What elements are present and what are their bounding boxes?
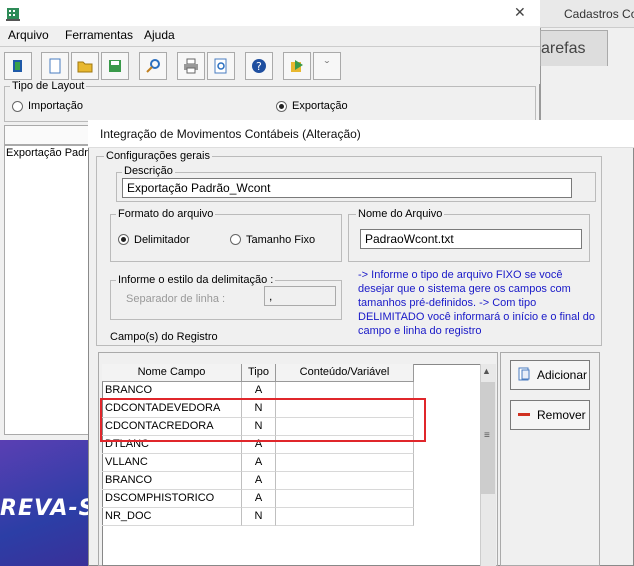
remove-minus-icon xyxy=(517,407,531,424)
cell-conteudo[interactable] xyxy=(276,454,414,472)
cell-tipo[interactable]: N xyxy=(242,508,276,526)
add-document-icon xyxy=(517,367,531,384)
radio-exportacao-label: Exportação xyxy=(292,100,348,112)
print-icon[interactable] xyxy=(177,52,205,80)
radio-delimitador[interactable] xyxy=(118,234,129,245)
description-input[interactable]: Exportação Padrão_Wcont xyxy=(122,178,572,198)
scroll-up-icon[interactable]: ▲ xyxy=(482,366,491,376)
layout-list-header xyxy=(4,125,96,145)
cell-conteudo[interactable] xyxy=(276,472,414,490)
toolbar: ? ˇ xyxy=(0,46,540,84)
radio-importacao[interactable] xyxy=(12,101,23,112)
cell-conteudo[interactable] xyxy=(276,508,414,526)
line-separator-input[interactable]: , xyxy=(264,286,336,306)
cell-nome-campo[interactable]: DSCOMPHISTORICO xyxy=(102,490,242,508)
open-folder-icon[interactable] xyxy=(71,52,99,80)
fields-label: Campo(s) do Registro xyxy=(110,331,218,343)
highlight-box xyxy=(100,398,426,442)
layout-list[interactable] xyxy=(4,145,96,435)
column-header-nome-campo[interactable]: Nome Campo xyxy=(102,364,242,382)
chevron-down-icon[interactable]: ˇ xyxy=(313,52,341,80)
cell-nome-campo[interactable]: VLLANC xyxy=(102,454,242,472)
description-legend: Descrição xyxy=(122,165,175,177)
file-format-legend: Formato do arquivo xyxy=(116,208,216,220)
remove-button-label: Remover xyxy=(537,408,586,422)
cell-nome-campo[interactable]: NR_DOC xyxy=(102,508,242,526)
filename-input[interactable]: PadraoWcont.txt xyxy=(360,229,582,249)
column-header-tipo[interactable]: Tipo xyxy=(242,364,276,382)
remove-button[interactable]: Remover xyxy=(510,400,590,430)
cell-tipo[interactable]: A xyxy=(242,454,276,472)
background-app-title: Cadastros Co xyxy=(540,0,634,28)
dialog-title: Integração de Movimentos Contábeis (Alte… xyxy=(88,120,634,148)
menu-ferramentas[interactable]: Ferramentas xyxy=(65,28,133,42)
svg-text:?: ? xyxy=(256,60,262,73)
radio-tamanho-fixo-label: Tamanho Fixo xyxy=(246,234,316,246)
main-titlebar xyxy=(0,0,540,26)
print-preview-icon[interactable] xyxy=(207,52,235,80)
list-item[interactable]: Exportação Padrã xyxy=(6,147,94,159)
add-button-label: Adicionar xyxy=(537,368,588,382)
general-settings-legend: Configurações gerais xyxy=(104,150,212,162)
radio-importacao-label: Importação xyxy=(28,100,84,112)
radio-exportacao[interactable] xyxy=(276,101,287,112)
cell-nome-campo[interactable]: BRANCO xyxy=(102,472,242,490)
scroll-grip-icon: ≡ xyxy=(484,430,490,441)
cell-conteudo[interactable] xyxy=(276,490,414,508)
delimitation-legend: Informe o estilo da delimitação : xyxy=(116,274,276,286)
filename-legend: Nome do Arquivo xyxy=(356,208,445,220)
background-app-tab[interactable]: arefas xyxy=(540,30,608,66)
menu-arquivo[interactable]: Arquivo xyxy=(8,28,49,42)
add-button[interactable]: Adicionar xyxy=(510,360,590,390)
menu-ajuda[interactable]: Ajuda xyxy=(144,28,175,42)
close-icon[interactable]: ✕ xyxy=(514,4,526,21)
app-building-icon xyxy=(6,5,20,21)
cell-tipo[interactable]: A xyxy=(242,472,276,490)
new-document-icon[interactable] xyxy=(41,52,69,80)
info-text: -> Informe o tipo de arquivo FIXO se voc… xyxy=(358,269,596,337)
search-icon[interactable] xyxy=(139,52,167,80)
cell-tipo[interactable]: A xyxy=(242,490,276,508)
radio-delimitador-label: Delimitador xyxy=(134,234,190,246)
save-icon[interactable] xyxy=(101,52,129,80)
line-separator-label: Separador de linha : xyxy=(126,293,226,305)
import-arrow-icon[interactable] xyxy=(283,52,311,80)
column-header-conteudo[interactable]: Conteúdo/Variável xyxy=(276,364,414,382)
help-icon[interactable]: ? xyxy=(245,52,273,80)
layout-type-legend: Tipo de Layout xyxy=(10,80,87,92)
exit-door-icon[interactable] xyxy=(4,52,32,80)
menu-bar: Arquivo Ferramentas Ajuda xyxy=(0,26,540,46)
radio-tamanho-fixo[interactable] xyxy=(230,234,241,245)
